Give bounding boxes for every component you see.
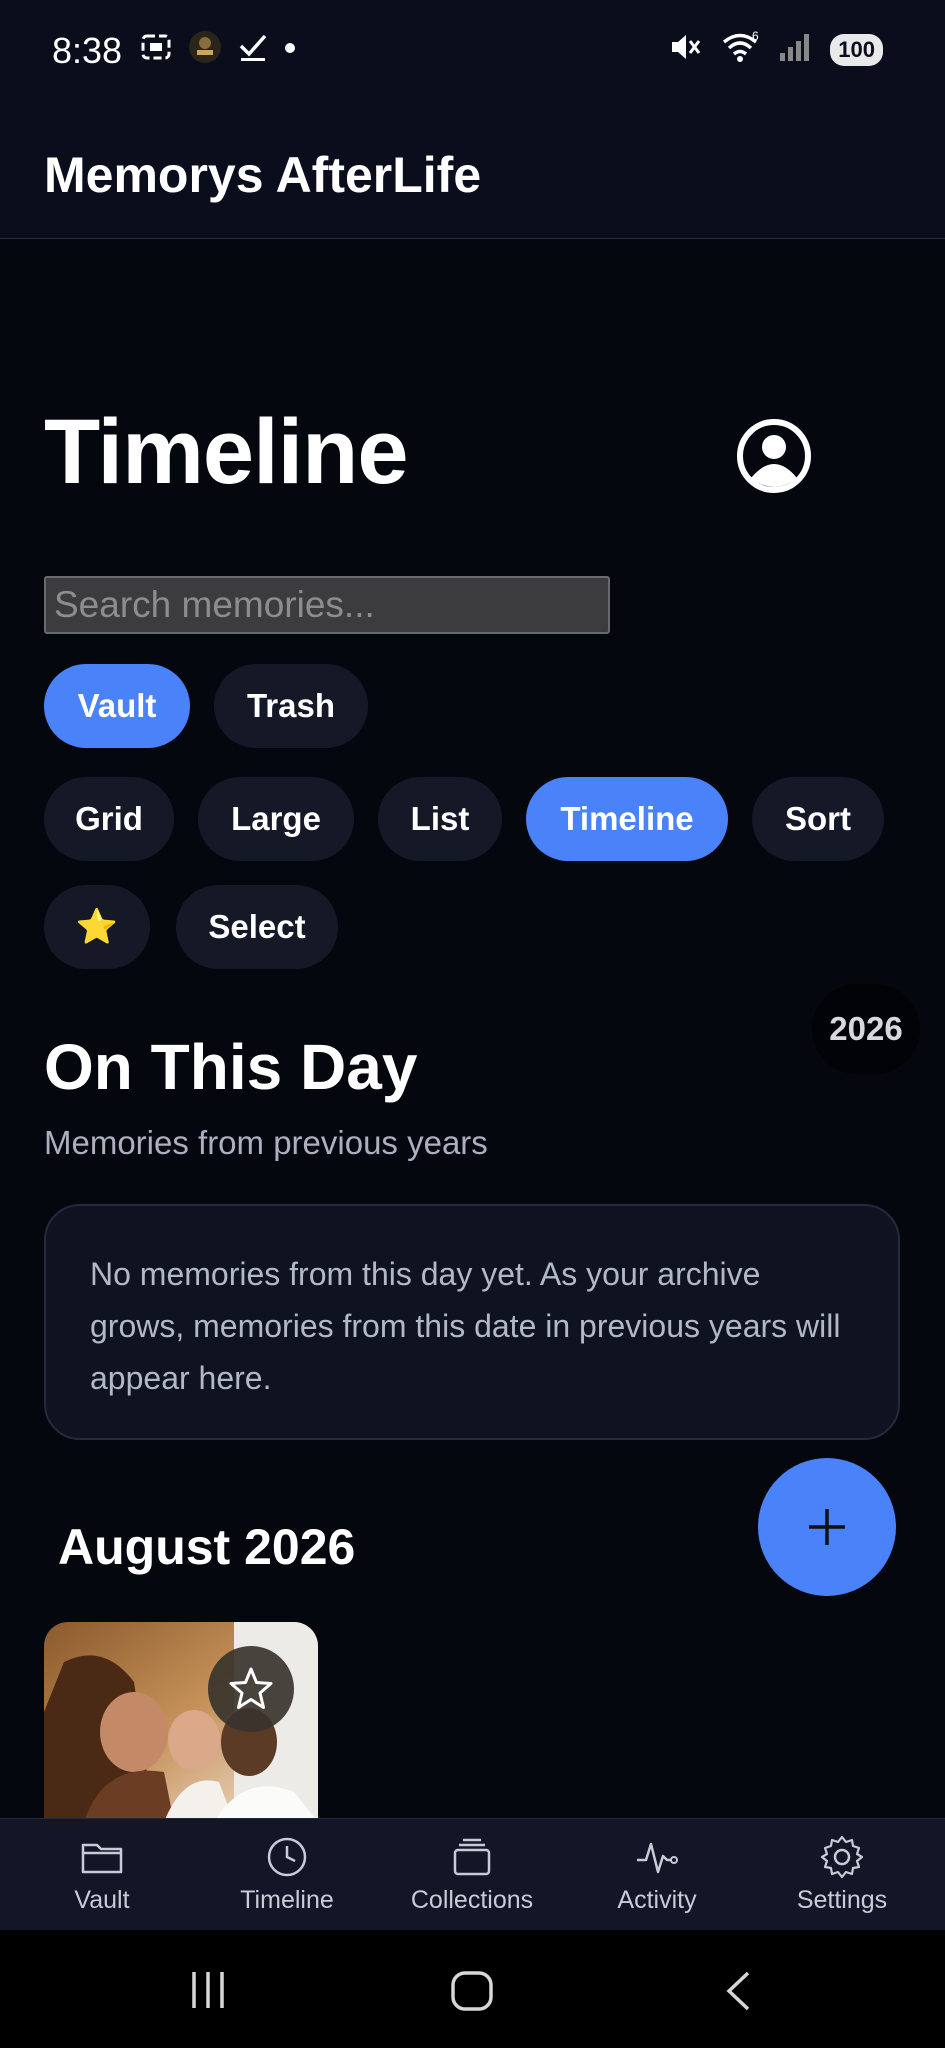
on-this-day-subtitle: Memories from previous years: [44, 1124, 488, 1161]
view-timeline-button[interactable]: Timeline: [526, 777, 728, 861]
gear-icon: [820, 1835, 864, 1879]
nav-vault-label: Vault: [74, 1886, 130, 1914]
favorites-filter-button[interactable]: ⭐: [44, 885, 150, 969]
sort-button[interactable]: Sort: [752, 777, 884, 861]
month-header: August 2026: [58, 1519, 356, 1575]
nav-activity-label: Activity: [617, 1886, 697, 1914]
battery-icon: 100: [830, 33, 883, 66]
view-large-button[interactable]: Large: [198, 777, 354, 861]
status-left-icons: [140, 30, 296, 69]
page-title: Timeline: [44, 401, 409, 503]
clock-icon: [267, 1837, 307, 1877]
recent-apps-icon[interactable]: [188, 1970, 228, 2015]
tab-vault[interactable]: Vault: [44, 664, 190, 748]
app-title: Memorys AfterLife: [44, 147, 482, 203]
nav-timeline[interactable]: Timeline: [197, 1834, 377, 1915]
search-input[interactable]: [44, 576, 610, 634]
activity-icon: [637, 1842, 678, 1874]
view-list-button[interactable]: List: [378, 777, 502, 861]
home-icon[interactable]: [450, 1970, 494, 2017]
add-memory-button[interactable]: [758, 1458, 896, 1596]
svg-text:6: 6: [752, 30, 759, 43]
nav-timeline-label: Timeline: [240, 1886, 334, 1914]
star-outline-icon: [229, 1667, 273, 1709]
status-time: 8:38: [52, 30, 123, 71]
view-grid-button[interactable]: Grid: [44, 777, 174, 861]
nav-settings[interactable]: Settings: [752, 1834, 932, 1915]
folder-icon: [81, 1843, 123, 1874]
empty-message: No memories from this day yet. As your a…: [90, 1256, 841, 1396]
nav-vault[interactable]: Vault: [12, 1834, 192, 1915]
mute-icon: [668, 30, 702, 69]
on-this-day-title: On This Day: [44, 1031, 418, 1103]
select-button[interactable]: Select: [176, 885, 338, 969]
year-badge[interactable]: 2026: [812, 984, 920, 1074]
favorite-star-button[interactable]: [208, 1646, 294, 1732]
on-this-day-empty-card: No memories from this day yet. As your a…: [44, 1204, 900, 1440]
nav-settings-label: Settings: [796, 1886, 888, 1914]
collections-icon: [453, 1838, 491, 1876]
plus-icon: [809, 1509, 845, 1545]
wifi-icon: 6: [720, 29, 760, 69]
tab-trash[interactable]: Trash: [214, 664, 368, 748]
status-right-icons: 6 100: [668, 29, 883, 69]
nav-collections[interactable]: Collections: [382, 1834, 562, 1915]
back-icon[interactable]: [722, 1970, 754, 2017]
profile-icon[interactable]: [736, 418, 812, 494]
screenshot-icon: [140, 31, 172, 68]
nav-activity[interactable]: Activity: [567, 1834, 747, 1915]
nav-collections-label: Collections: [410, 1886, 534, 1914]
app-avatar-icon: [188, 30, 222, 69]
check-icon: [238, 31, 268, 68]
dot-icon: [284, 41, 296, 59]
signal-icon: [778, 31, 812, 68]
